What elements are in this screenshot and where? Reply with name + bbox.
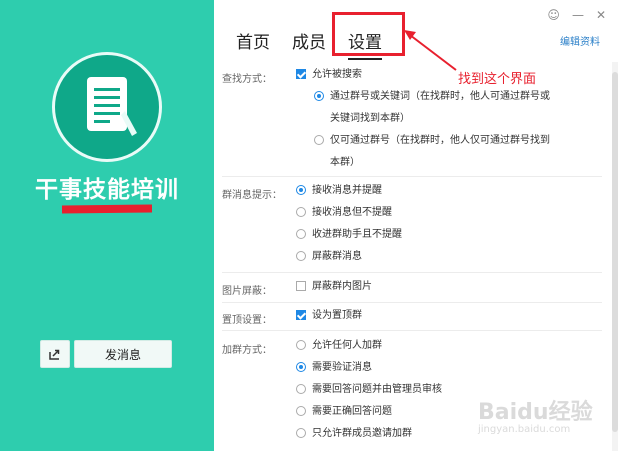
join-option-question-review[interactable]: 需要回答问题并由管理员审核 — [296, 379, 442, 401]
join-option-anyone[interactable]: 允许任何人加群 — [296, 335, 382, 357]
share-button[interactable] — [40, 340, 70, 368]
main-panel: 首页 成员 设置 找到这个界面 编辑资料 ☺ — ✕ 查找方式： 允许被搜索 通… — [214, 0, 620, 451]
annotation-highlight-box — [332, 12, 405, 56]
message-notify-label: 群消息提示： — [222, 190, 282, 201]
minimize-icon[interactable]: — — [572, 8, 584, 22]
msg-radio-assistant[interactable] — [296, 229, 306, 239]
join-radio-invite-only[interactable] — [296, 428, 306, 438]
msg-radio-receive-notify[interactable] — [296, 185, 306, 195]
share-icon — [49, 349, 60, 360]
divider — [222, 330, 602, 331]
send-message-button[interactable]: 发消息 — [74, 340, 172, 368]
skin-icon[interactable]: ☺ — [547, 8, 560, 22]
divider — [222, 272, 602, 273]
tab-home[interactable]: 首页 — [236, 28, 270, 53]
baidu-watermark: Baidu经验 jingyan.baidu.com — [478, 400, 593, 435]
close-icon[interactable]: ✕ — [596, 8, 606, 22]
join-radio-correct-answer[interactable] — [296, 406, 306, 416]
window-controls: ☺ — ✕ — [547, 8, 606, 22]
allow-search-checkbox[interactable] — [296, 69, 306, 79]
allow-search-option[interactable]: 允许被搜索 — [296, 64, 362, 86]
pin-label: 置顶设置： — [222, 315, 272, 326]
document-icon — [87, 77, 137, 136]
join-radio-anyone[interactable] — [296, 340, 306, 350]
join-method-label: 加群方式： — [222, 345, 272, 356]
find-method-label: 查找方式： — [222, 74, 272, 85]
join-option-invite-only[interactable]: 只允许群成员邀请加群 — [296, 423, 412, 445]
tab-members[interactable]: 成员 — [292, 28, 326, 53]
find-by-number-only-option[interactable]: 仅可通过群号（在找群时，他人仅可通过群号找到 本群） — [314, 130, 550, 174]
join-radio-verify[interactable] — [296, 362, 306, 372]
join-radio-question-review[interactable] — [296, 384, 306, 394]
divider — [222, 302, 602, 303]
msg-option-block[interactable]: 屏蔽群消息 — [296, 246, 362, 268]
pin-group-option[interactable]: 设为置顶群 — [296, 305, 362, 327]
msg-radio-block[interactable] — [296, 251, 306, 261]
divider — [222, 176, 602, 177]
join-option-verify[interactable]: 需要验证消息 — [296, 357, 372, 379]
join-option-correct-answer[interactable]: 需要正确回答问题 — [296, 401, 392, 423]
group-avatar[interactable] — [52, 52, 162, 162]
scroll-thumb[interactable] — [612, 72, 618, 432]
find-by-number-only-radio[interactable] — [314, 135, 324, 145]
pin-group-checkbox[interactable] — [296, 310, 306, 320]
msg-radio-receive-silent[interactable] — [296, 207, 306, 217]
msg-option-receive-notify[interactable]: 接收消息并提醒 — [296, 180, 382, 202]
find-by-number-or-keyword-radio[interactable] — [314, 91, 324, 101]
edit-profile-link[interactable]: 编辑资料 — [560, 33, 600, 48]
find-by-number-or-keyword-option[interactable]: 通过群号或关键词（在找群时，他人可通过群号或 关键词找到本群） — [314, 86, 550, 130]
block-images-checkbox[interactable] — [296, 281, 306, 291]
group-name: 干事技能培训 — [35, 177, 179, 203]
settings-scrollbar[interactable] — [612, 62, 618, 451]
settings-panel: 查找方式： 允许被搜索 通过群号或关键词（在找群时，他人可通过群号或 关键词找到本… — [214, 62, 606, 451]
redaction-mark — [61, 204, 153, 214]
image-block-label: 图片屏蔽： — [222, 286, 272, 297]
msg-option-receive-silent[interactable]: 接收消息但不提醒 — [296, 202, 392, 224]
block-images-option[interactable]: 屏蔽群内图片 — [296, 276, 372, 298]
group-sidebar: 干事技能培训 发消息 — [0, 0, 214, 451]
msg-option-assistant[interactable]: 收进群助手且不提醒 — [296, 224, 402, 246]
